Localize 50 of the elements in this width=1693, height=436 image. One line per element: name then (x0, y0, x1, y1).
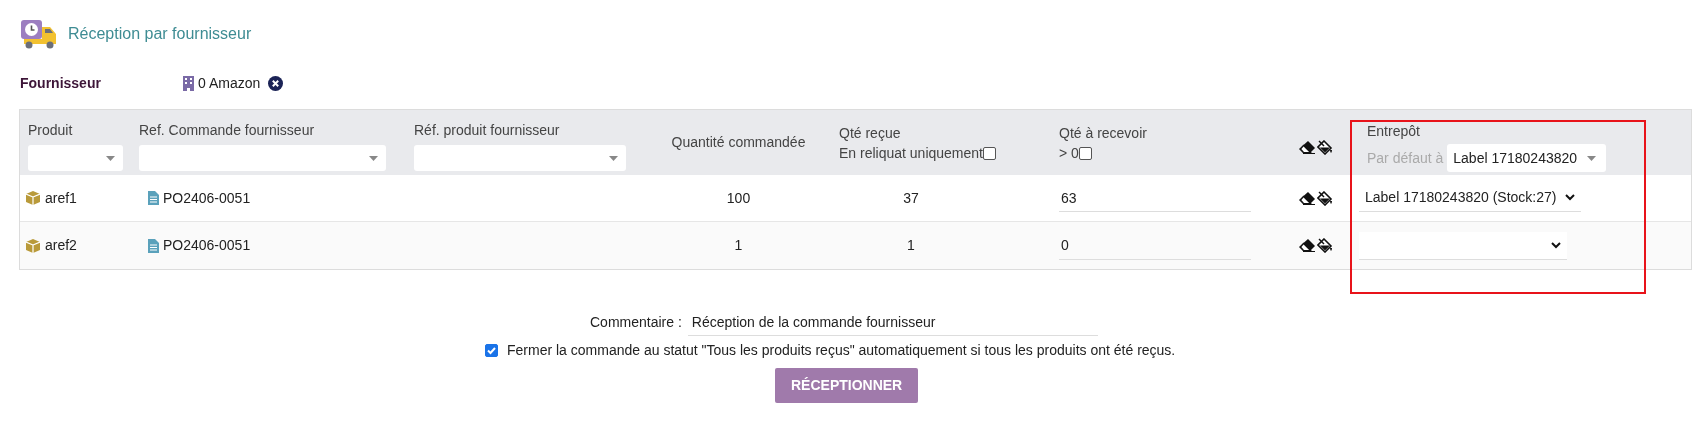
truck-icon (20, 19, 58, 49)
field-label: Fournisseur (20, 73, 102, 93)
table-cell-text: 37 (903, 188, 919, 208)
quantity-input[interactable]: 0 (1059, 231, 1251, 260)
default-warehouse-select[interactable]: Label 17180243820 (1447, 144, 1607, 172)
building-icon (183, 75, 194, 91)
chevron-icon (1565, 194, 1575, 201)
document-icon (148, 191, 159, 205)
order-link[interactable]: PO2406-0051 (163, 187, 251, 209)
remove-icon[interactable] (268, 75, 284, 91)
caret-icon (106, 155, 115, 161)
filter-label: En reliquat uniquement (839, 144, 983, 163)
cube-icon (26, 191, 40, 205)
product-link[interactable]: aref1 (45, 187, 77, 209)
table-cell-text: 1 (907, 236, 915, 255)
paint-bucket-icon[interactable] (1317, 238, 1333, 253)
document-icon (148, 238, 159, 253)
table-cell-text: 1 (734, 236, 743, 255)
column-header: Qté reçue (839, 124, 902, 143)
eraser-icon[interactable] (1299, 141, 1315, 154)
column-header: Entrepôt (1367, 122, 1421, 141)
page-title: Réception par fournisseur (68, 24, 252, 44)
cube-icon (26, 238, 40, 253)
table-cell-text: 100 (726, 188, 751, 208)
column-header: Ref. Commande fournisseur (139, 121, 316, 140)
submit-button[interactable]: RÉCEPTIONNER (775, 368, 919, 403)
filter-checkbox[interactable] (983, 146, 996, 160)
column-header: Réf. produit fournisseur (414, 121, 561, 140)
comment-label: Commentaire : (590, 312, 682, 332)
eraser-icon[interactable] (1299, 191, 1315, 205)
paint-bucket-icon[interactable] (1317, 140, 1333, 155)
paint-bucket-icon[interactable] (1317, 190, 1333, 206)
default-label: Par défaut à (1367, 148, 1444, 168)
product-link[interactable]: aref2 (45, 235, 77, 256)
caret-icon (1587, 155, 1597, 161)
supplier-name: 0 Amazon (198, 73, 261, 93)
column-header: Qté à recevoir (1059, 124, 1148, 143)
order-link[interactable]: PO2406-0051 (163, 235, 251, 256)
quantity-input[interactable]: 63 (1059, 184, 1251, 212)
caret-icon (369, 155, 378, 161)
column-header: Quantité commandée (671, 133, 806, 152)
column-header: Produit (28, 121, 74, 140)
close-order-checkbox[interactable] (485, 344, 498, 357)
close-order-label: Fermer la commande au statut "Tous les produits reçus" automatiquement si tous les produits ont été reçus. (507, 341, 1176, 360)
chevron-icon (1551, 241, 1561, 249)
comment-input[interactable]: Réception de la commande fournisseur (687, 308, 1098, 336)
filter-checkbox[interactable] (1078, 146, 1092, 160)
eraser-icon[interactable] (1299, 239, 1315, 252)
caret-icon (609, 155, 618, 161)
filter-label: > 0 (1059, 144, 1079, 163)
